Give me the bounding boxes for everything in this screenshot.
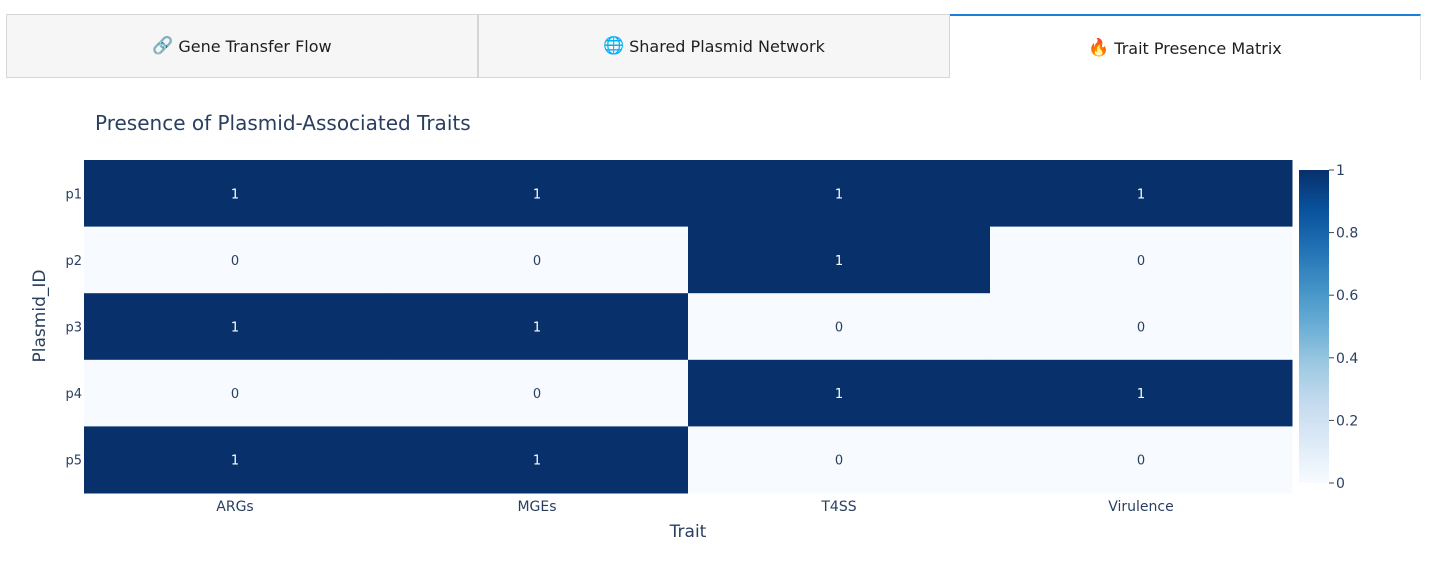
x-tick-labels: ARGs MGEs T4SS Virulence (216, 499, 1173, 515)
x-tick-label: T4SS (820, 499, 856, 515)
tab-bar: 🔗 Gene Transfer Flow 🌐 Shared Plasmid Ne… (6, 14, 1421, 80)
y-tick-labels: p1 p2 p3 p4 p5 (65, 187, 82, 468)
y-tick-label: p5 (65, 454, 82, 469)
x-tick-label: Virulence (1108, 499, 1173, 515)
colorbar-tick-label: 0.8 (1336, 226, 1358, 242)
tab-trait-presence-matrix[interactable]: 🔥 Trait Presence Matrix (950, 14, 1421, 80)
cell-value-label: 0 (835, 454, 843, 469)
cell-value-label: 0 (231, 254, 239, 269)
heatmap-chart: Presence of Plasmid-Associated Traits 11… (0, 90, 1429, 566)
y-tick-label: p4 (65, 387, 82, 402)
tab-label: Shared Plasmid Network (629, 36, 825, 56)
link-icon: 🔗 (152, 36, 174, 56)
cell-value-label: 1 (835, 254, 843, 269)
heatmap-cells: 1 1 1 1 0 0 1 0 1 1 0 0 0 0 1 1 1 1 0 0 (84, 160, 1293, 494)
cell-value-label: 1 (231, 321, 239, 336)
cell-value-label: 1 (231, 454, 239, 469)
cell-value-label: 0 (835, 321, 843, 336)
colorbar-tick-label: 0.2 (1336, 413, 1358, 429)
cell-value-label: 1 (533, 187, 541, 202)
cell-value-label: 0 (533, 387, 541, 402)
y-axis-title: Plasmid_ID (30, 270, 50, 363)
cell-value-label: 0 (231, 387, 239, 402)
cell-value-label: 1 (835, 187, 843, 202)
y-tick-label: p3 (65, 321, 82, 336)
cell-value-label: 1 (533, 321, 541, 336)
fire-icon: 🔥 (1088, 38, 1110, 58)
heatmap-svg: Presence of Plasmid-Associated Traits 11… (30, 111, 1358, 542)
globe-icon: 🌐 (603, 36, 625, 56)
colorbar-tick-label: 0.6 (1336, 288, 1358, 304)
cell-value-label: 1 (1137, 387, 1145, 402)
chart-title: Presence of Plasmid-Associated Traits (95, 111, 471, 135)
colorbar (1299, 170, 1329, 483)
tab-label: Trait Presence Matrix (1114, 38, 1282, 58)
y-tick-label: p2 (65, 254, 82, 269)
y-tick-label: p1 (65, 187, 82, 202)
tab-gene-transfer-flow[interactable]: 🔗 Gene Transfer Flow (6, 14, 478, 78)
cell-value-label: 1 (835, 387, 843, 402)
x-tick-label: ARGs (216, 499, 253, 515)
tab-shared-plasmid-network[interactable]: 🌐 Shared Plasmid Network (478, 14, 950, 78)
cell-value-label: 0 (1137, 254, 1145, 269)
cell-value-label: 1 (1137, 187, 1145, 202)
colorbar-tick-label: 0.4 (1336, 351, 1358, 367)
cell-value-label: 0 (1137, 454, 1145, 469)
colorbar-ticks: 0 0.2 0.4 0.6 0.8 1 (1329, 163, 1358, 492)
cell-value-label: 0 (533, 254, 541, 269)
colorbar-tick-label: 1 (1336, 163, 1345, 179)
cell-value-label: 0 (1137, 321, 1145, 336)
cell-value-label: 1 (533, 454, 541, 469)
cell-value-label: 1 (231, 187, 239, 202)
x-tick-label: MGEs (517, 499, 556, 515)
x-axis-title: Trait (669, 522, 707, 542)
tab-label: Gene Transfer Flow (178, 36, 332, 56)
colorbar-tick-label: 0 (1336, 476, 1345, 492)
